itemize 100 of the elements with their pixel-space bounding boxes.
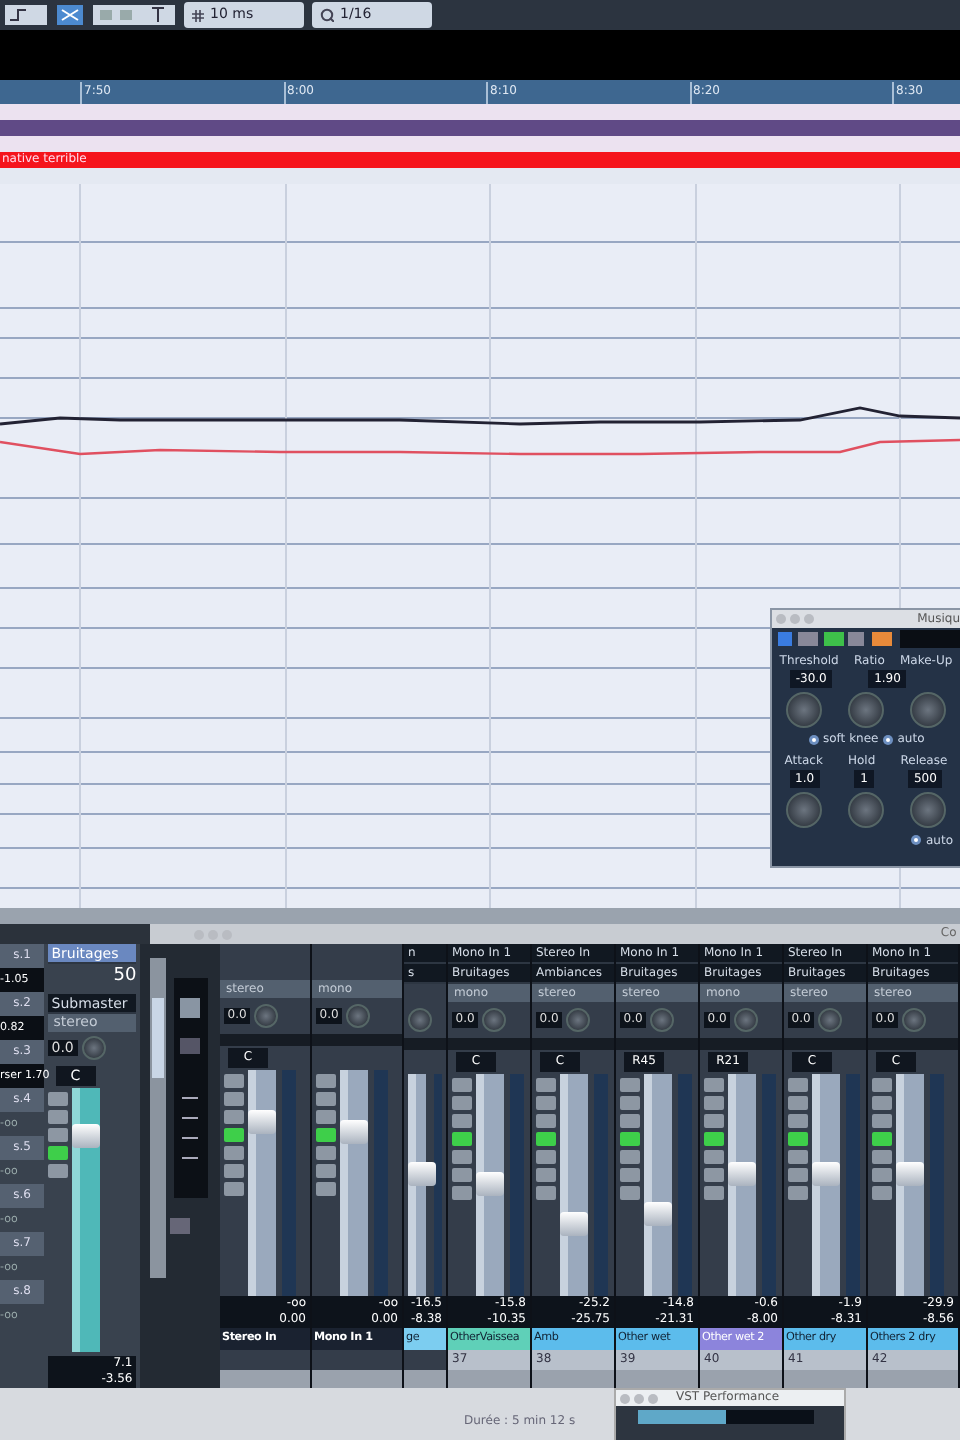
- scrollbar[interactable]: [868, 1370, 958, 1388]
- solo-button[interactable]: [535, 1095, 556, 1109]
- radio-icon: [910, 834, 923, 846]
- listen-button[interactable]: [787, 1113, 808, 1127]
- solo-button[interactable]: [47, 1109, 68, 1124]
- quantize-icon: [320, 8, 334, 22]
- monitor-button[interactable]: [787, 1167, 808, 1181]
- read-button[interactable]: [223, 1127, 244, 1141]
- scrollbar[interactable]: [616, 1370, 698, 1388]
- mute-button[interactable]: [535, 1077, 556, 1091]
- gain-knob[interactable]: [566, 1007, 591, 1032]
- insert-button[interactable]: [619, 1185, 640, 1199]
- insert-button[interactable]: [451, 1185, 472, 1199]
- gain-knob[interactable]: [902, 1007, 927, 1032]
- snap-icon: [56, 4, 84, 26]
- gain-knob[interactable]: [818, 1007, 843, 1032]
- solo-button[interactable]: [315, 1091, 336, 1105]
- scrollbar[interactable]: [532, 1370, 614, 1388]
- knob[interactable]: [785, 691, 822, 727]
- mute-button[interactable]: [451, 1077, 472, 1091]
- gain-knob[interactable]: [407, 1007, 432, 1032]
- solo-button[interactable]: [787, 1095, 808, 1109]
- mute-button[interactable]: [787, 1077, 808, 1091]
- insert-button[interactable]: [315, 1181, 336, 1195]
- read-button[interactable]: [703, 1131, 724, 1145]
- monitor-button[interactable]: [315, 1163, 336, 1177]
- read-button[interactable]: [47, 1145, 68, 1160]
- write-button[interactable]: [703, 1149, 724, 1163]
- fader-handle[interactable]: [339, 1119, 367, 1144]
- gain-knob[interactable]: [482, 1007, 507, 1032]
- fader-handle[interactable]: [811, 1162, 839, 1187]
- fader-handle[interactable]: [247, 1109, 275, 1134]
- monitor-button[interactable]: [619, 1167, 640, 1181]
- channel-value: 50: [111, 964, 137, 990]
- mute-button[interactable]: [47, 1091, 68, 1106]
- fader-handle[interactable]: [727, 1162, 755, 1187]
- insert-button[interactable]: [223, 1181, 244, 1195]
- listen-button[interactable]: [315, 1109, 336, 1123]
- write-button[interactable]: [619, 1149, 640, 1163]
- read-button[interactable]: [535, 1131, 556, 1145]
- gain-knob[interactable]: [734, 1007, 759, 1032]
- write-button[interactable]: [535, 1149, 556, 1163]
- fader-handle[interactable]: [895, 1162, 923, 1187]
- mute-button[interactable]: [871, 1077, 892, 1091]
- solo-button[interactable]: [871, 1095, 892, 1109]
- write-button[interactable]: [223, 1145, 244, 1159]
- fader-handle[interactable]: [407, 1162, 436, 1187]
- solo-button[interactable]: [619, 1095, 640, 1109]
- read-button[interactable]: [315, 1127, 336, 1141]
- listen-button[interactable]: [871, 1113, 892, 1127]
- write-button[interactable]: [787, 1149, 808, 1163]
- monitor-button[interactable]: [451, 1167, 472, 1181]
- listen-button[interactable]: [535, 1113, 556, 1127]
- listen-button[interactable]: [619, 1113, 640, 1127]
- write-button[interactable]: [871, 1149, 892, 1163]
- mute-button[interactable]: [703, 1077, 724, 1091]
- monitor-button[interactable]: [535, 1167, 556, 1181]
- solo-button[interactable]: [451, 1095, 472, 1109]
- read-button[interactable]: [619, 1131, 640, 1145]
- write-button[interactable]: [451, 1149, 472, 1163]
- fader-handle[interactable]: [559, 1212, 587, 1237]
- scrollbar[interactable]: [312, 1370, 402, 1388]
- mute-button[interactable]: [619, 1077, 640, 1091]
- scrollbar[interactable]: [220, 1370, 310, 1388]
- scrollbar[interactable]: [404, 1370, 446, 1388]
- monitor-button[interactable]: [703, 1167, 724, 1181]
- mute-button[interactable]: [315, 1073, 336, 1087]
- gain-knob[interactable]: [254, 1003, 279, 1028]
- mute-button[interactable]: [223, 1073, 244, 1087]
- solo-button[interactable]: [223, 1091, 244, 1105]
- listen-button[interactable]: [451, 1113, 472, 1127]
- knob[interactable]: [910, 791, 947, 828]
- scrollbar[interactable]: [448, 1370, 530, 1388]
- gain-knob[interactable]: [346, 1003, 371, 1028]
- listen-button[interactable]: [223, 1109, 244, 1123]
- knob[interactable]: [847, 691, 884, 727]
- knob[interactable]: [847, 791, 884, 828]
- insert-button[interactable]: [535, 1185, 556, 1199]
- fader-handle[interactable]: [475, 1172, 503, 1197]
- scrollbar[interactable]: [700, 1370, 782, 1388]
- insert-button[interactable]: [703, 1185, 724, 1199]
- insert-button[interactable]: [871, 1185, 892, 1199]
- listen-button[interactable]: [47, 1127, 68, 1142]
- insert-button[interactable]: [787, 1185, 808, 1199]
- knob[interactable]: [910, 691, 947, 727]
- knob[interactable]: [785, 791, 822, 828]
- monitor-button[interactable]: [871, 1167, 892, 1181]
- gain-knob[interactable]: [650, 1007, 675, 1032]
- write-button[interactable]: [315, 1145, 336, 1159]
- fader-handle[interactable]: [71, 1123, 99, 1148]
- fader-handle[interactable]: [643, 1202, 671, 1227]
- read-button[interactable]: [787, 1131, 808, 1145]
- write-button[interactable]: [47, 1163, 68, 1178]
- read-button[interactable]: [871, 1131, 892, 1145]
- listen-button[interactable]: [703, 1113, 724, 1127]
- solo-button[interactable]: [703, 1095, 724, 1109]
- monitor-button[interactable]: [223, 1163, 244, 1177]
- scrollbar[interactable]: [784, 1370, 866, 1388]
- read-button[interactable]: [451, 1131, 472, 1145]
- radio-icon: [807, 733, 820, 746]
